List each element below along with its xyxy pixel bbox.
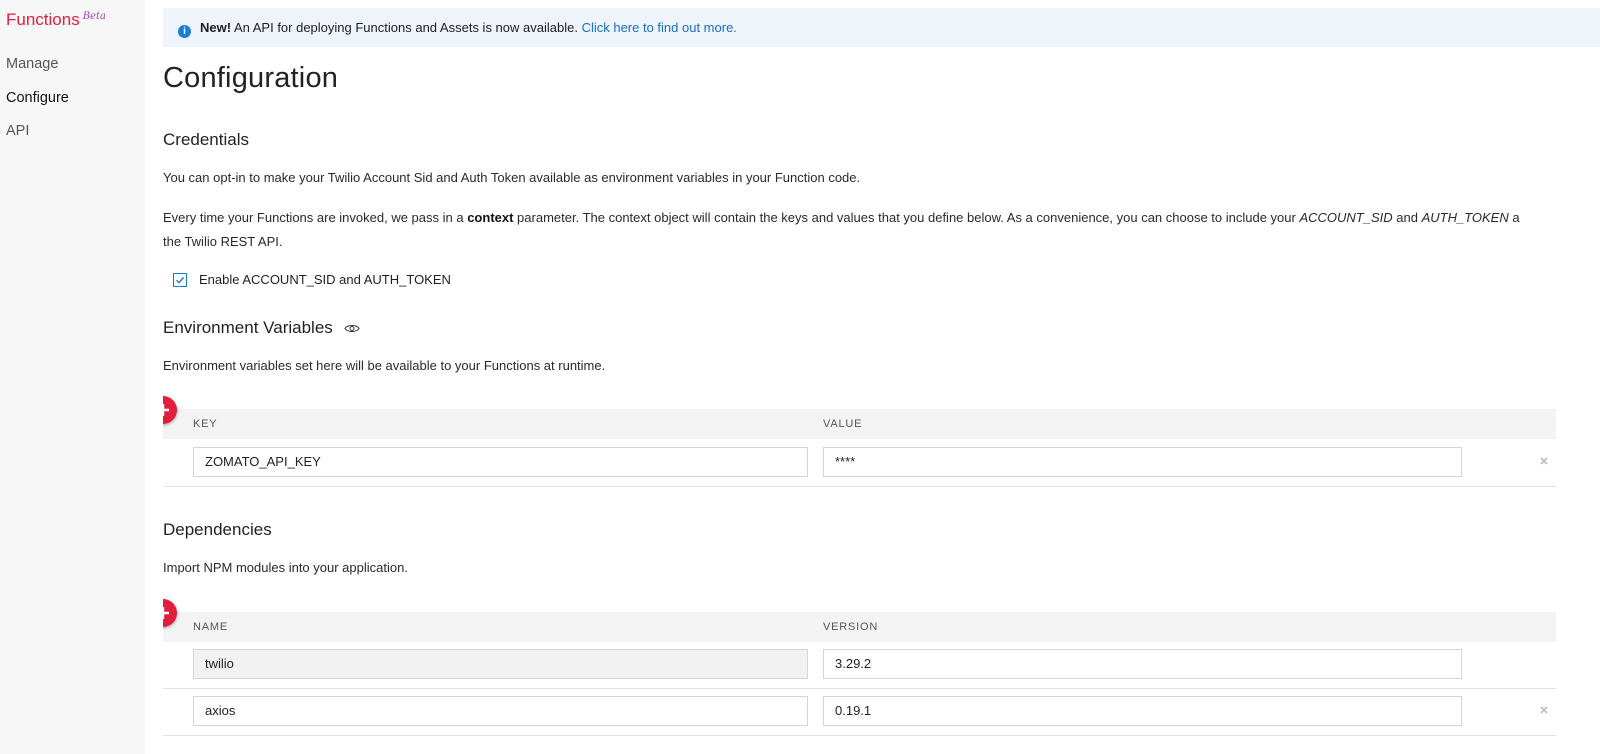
credentials-title: Credentials: [163, 130, 249, 149]
checkmark-icon: [176, 276, 185, 284]
credentials-intro: You can opt-in to make your Twilio Accou…: [163, 170, 861, 185]
brand-name: Functions: [6, 10, 80, 29]
detail-text: a: [1508, 210, 1520, 225]
detail-line-2: the Twilio REST API.: [163, 234, 283, 249]
plus-icon: [163, 404, 169, 416]
detail-text: Every time your Functions are invoked, w…: [163, 210, 468, 225]
env-vars-description: Environment variables set here will be a…: [163, 358, 606, 373]
detail-text: parameter. The context object will conta…: [513, 210, 1300, 225]
dependency-row: twilio 3.29.2: [163, 641, 1556, 689]
dependencies-title: Dependencies: [163, 520, 272, 539]
dependency-name-input[interactable]: axios: [193, 696, 808, 726]
sidebar-item-manage[interactable]: Manage: [6, 56, 58, 72]
main-content: i New! An API for deploying Functions and…: [163, 0, 1600, 754]
plus-icon: [163, 607, 169, 619]
brand: Functions Beta: [6, 10, 106, 30]
dependency-row: axios 0.19.1: [163, 688, 1556, 736]
auth-token-term: AUTH_TOKEN: [1421, 210, 1509, 225]
dependencies-header: NAME VERSION: [163, 612, 1556, 642]
column-header-version: VERSION: [823, 621, 879, 633]
context-keyword: context: [467, 210, 514, 225]
banner-link[interactable]: Click here to find out more.: [582, 20, 737, 35]
credentials-detail: Every time your Functions are invoked, w…: [163, 206, 1600, 254]
remove-icon[interactable]: [1539, 705, 1549, 715]
env-var-row: ZOMATO_API_KEY ****: [163, 439, 1556, 487]
env-vars-title: Environment Variables: [163, 318, 360, 339]
sidebar-item-configure[interactable]: Configure: [6, 90, 69, 106]
env-vars-header: KEY VALUE: [163, 409, 1556, 439]
announcement-banner: i New! An API for deploying Functions and…: [163, 8, 1600, 47]
dependency-name-input: twilio: [193, 649, 808, 679]
enable-credentials-checkbox[interactable]: [173, 272, 187, 287]
env-value-input[interactable]: ****: [823, 447, 1462, 477]
info-icon: i: [178, 25, 191, 38]
account-sid-term: ACCOUNT_SID: [1299, 210, 1393, 225]
banner-text: An API for deploying Functions and Asset…: [231, 20, 582, 35]
dependencies-description: Import NPM modules into your application…: [163, 560, 408, 575]
enable-credentials-row: Enable ACCOUNT_SID and AUTH_TOKEN: [173, 272, 451, 287]
banner-new-label: New!: [200, 20, 232, 35]
remove-icon[interactable]: [1539, 456, 1549, 466]
sidebar: Functions Beta Manage Configure API: [0, 0, 145, 754]
beta-badge: Beta: [82, 11, 106, 22]
eye-icon[interactable]: [343, 319, 360, 339]
column-header-value: VALUE: [823, 418, 863, 430]
column-header-name: NAME: [193, 621, 228, 633]
env-vars-title-text: Environment Variables: [163, 318, 333, 337]
enable-credentials-label: Enable ACCOUNT_SID and AUTH_TOKEN: [199, 272, 451, 287]
sidebar-item-api[interactable]: API: [6, 123, 29, 139]
dependency-version-input[interactable]: 0.19.1: [823, 696, 1462, 726]
column-header-key: KEY: [193, 418, 218, 430]
detail-text: and: [1392, 210, 1422, 225]
page-title: Configuration: [163, 62, 339, 94]
dependency-version-input[interactable]: 3.29.2: [823, 649, 1462, 679]
env-key-input[interactable]: ZOMATO_API_KEY: [193, 447, 808, 477]
